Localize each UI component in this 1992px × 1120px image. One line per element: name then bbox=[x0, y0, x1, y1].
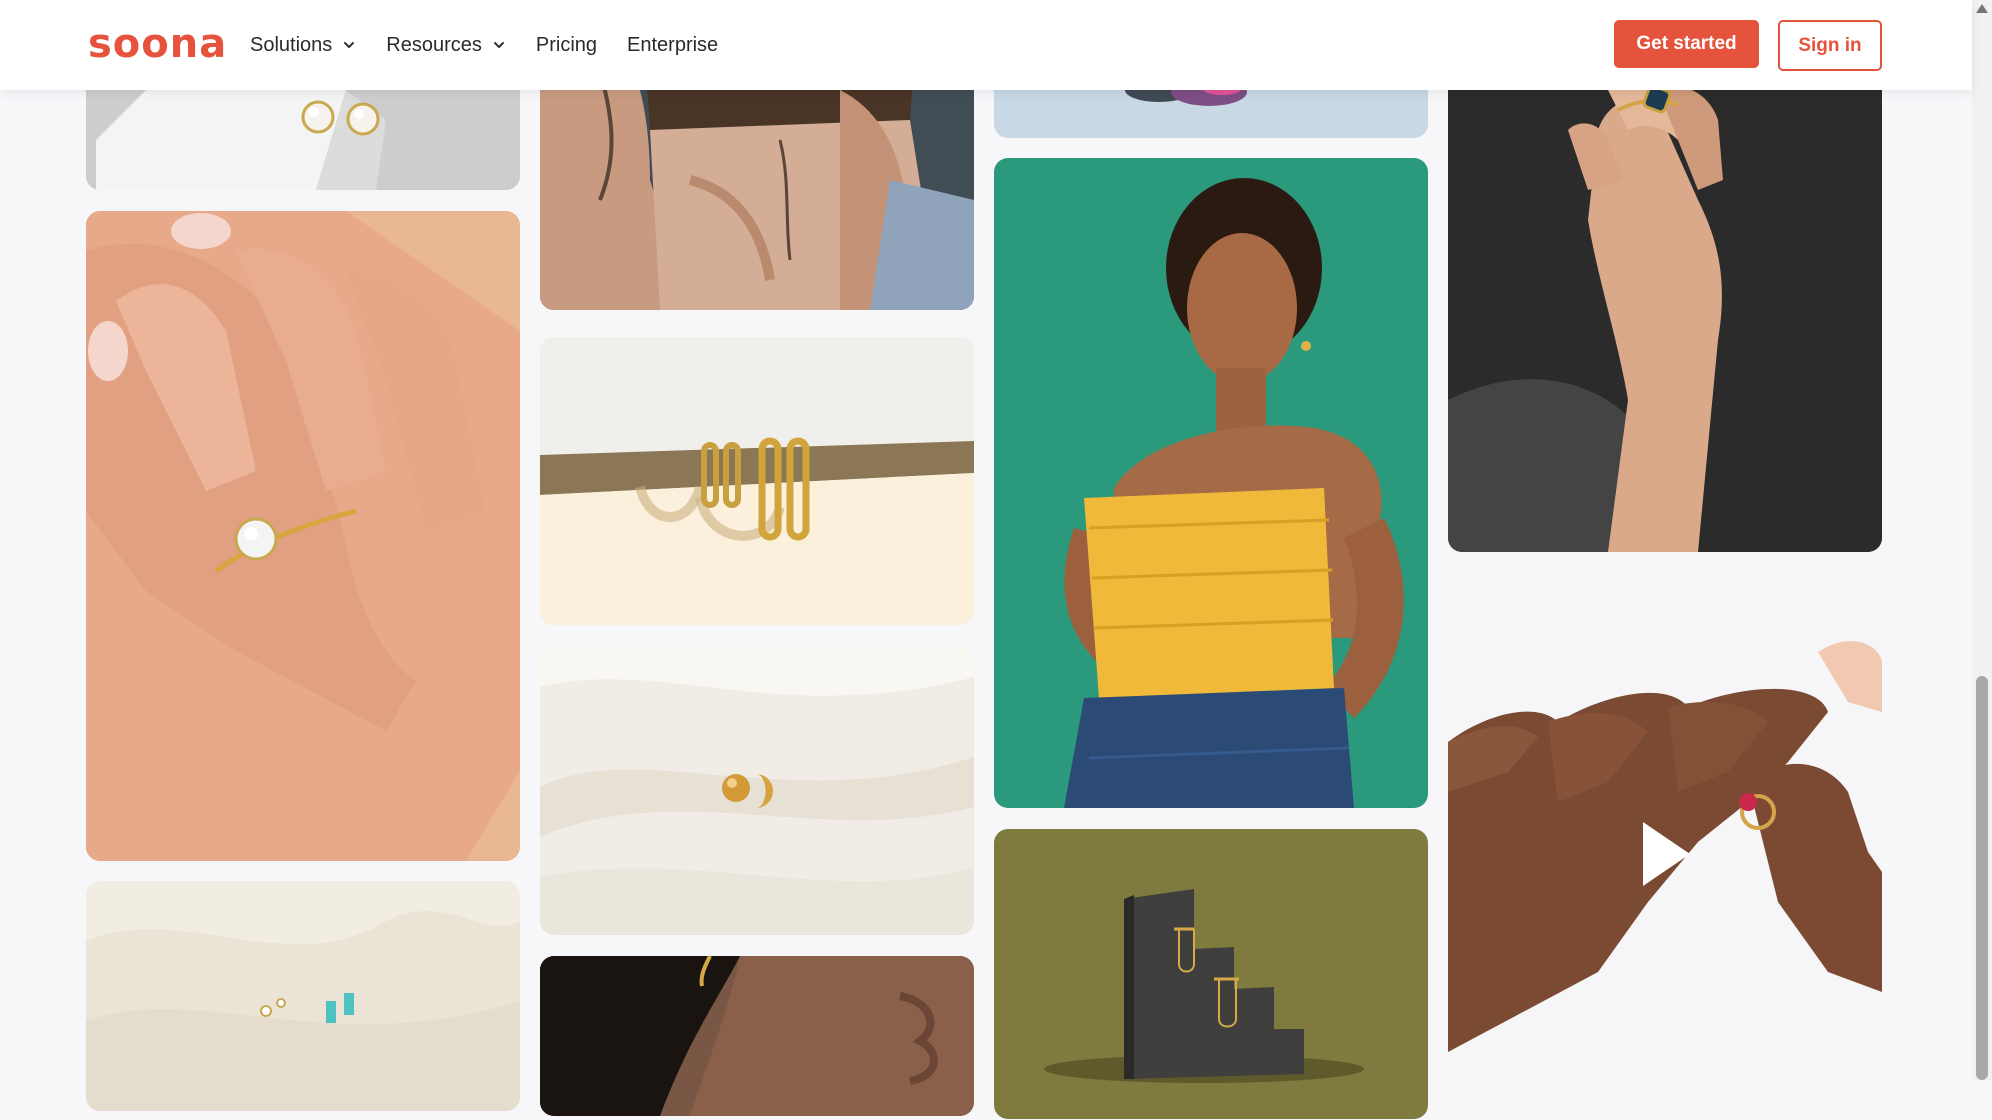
nav-solutions-label: Solutions bbox=[250, 34, 333, 56]
chevron-down-icon bbox=[493, 42, 504, 48]
scroll-up-arrow-icon[interactable] bbox=[1976, 4, 1988, 13]
drop-earrings-stand-photo[interactable] bbox=[994, 829, 1428, 1119]
nav-resources[interactable]: Resources bbox=[386, 28, 506, 62]
sign-in-button[interactable]: Sign in bbox=[1778, 20, 1882, 71]
nav-solutions[interactable]: Solutions bbox=[250, 28, 356, 62]
model-face-earring-photo[interactable] bbox=[540, 956, 974, 1116]
top-navigation-bar: soona Solutions Resources Pricing Enterp… bbox=[0, 0, 1972, 90]
page-scrollbar[interactable] bbox=[1972, 0, 1992, 1080]
main-nav: Solutions Resources Pricing Enterprise bbox=[250, 28, 718, 62]
nav-pricing-label: Pricing bbox=[535, 34, 598, 56]
nav-pricing[interactable]: Pricing bbox=[536, 28, 597, 62]
scrollbar-thumb[interactable] bbox=[1976, 676, 1988, 1080]
nav-resources-label: Resources bbox=[386, 34, 482, 56]
soona-logo[interactable]: soona bbox=[88, 20, 227, 68]
gold-studs-satin-photo[interactable] bbox=[540, 647, 974, 935]
turquoise-studs-photo[interactable] bbox=[86, 881, 520, 1111]
hoop-earrings-photo[interactable] bbox=[540, 337, 974, 625]
model-yellow-top-photo[interactable] bbox=[994, 158, 1428, 808]
get-started-button[interactable]: Get started bbox=[1614, 20, 1759, 68]
hand-diamond-ring-photo[interactable] bbox=[86, 211, 520, 861]
chevron-down-icon bbox=[344, 42, 355, 48]
hand-ruby-ring-video[interactable] bbox=[1448, 572, 1882, 1120]
nav-enterprise[interactable]: Enterprise bbox=[627, 28, 718, 62]
nav-enterprise-label: Enterprise bbox=[627, 34, 719, 56]
